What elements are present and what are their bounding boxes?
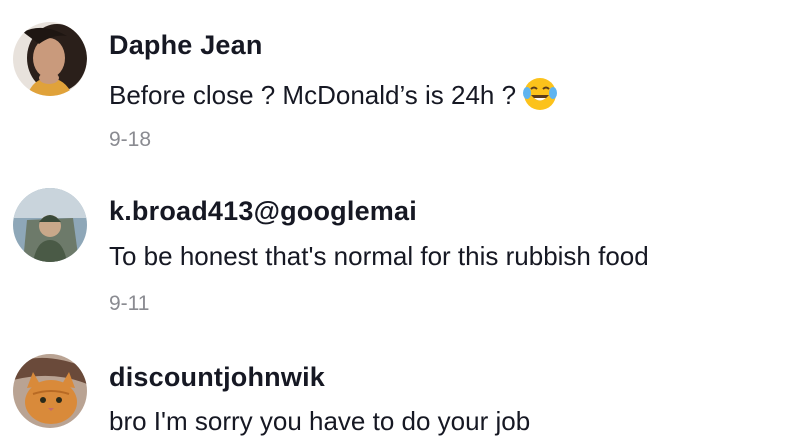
avatar[interactable] [13,188,87,262]
comment-username[interactable]: discountjohnwik [109,362,325,393]
comment-text: To be honest that's normal for this rubb… [109,241,649,271]
comment-username[interactable]: k.broad413@googlemai [109,196,417,227]
avatar[interactable] [13,354,87,428]
comment-text: bro I'm sorry you have to do your job [109,406,531,436]
comment-item: discountjohnwik bro I'm sorry you have t… [0,0,800,436]
comment-date: 9-11 [109,292,150,315]
